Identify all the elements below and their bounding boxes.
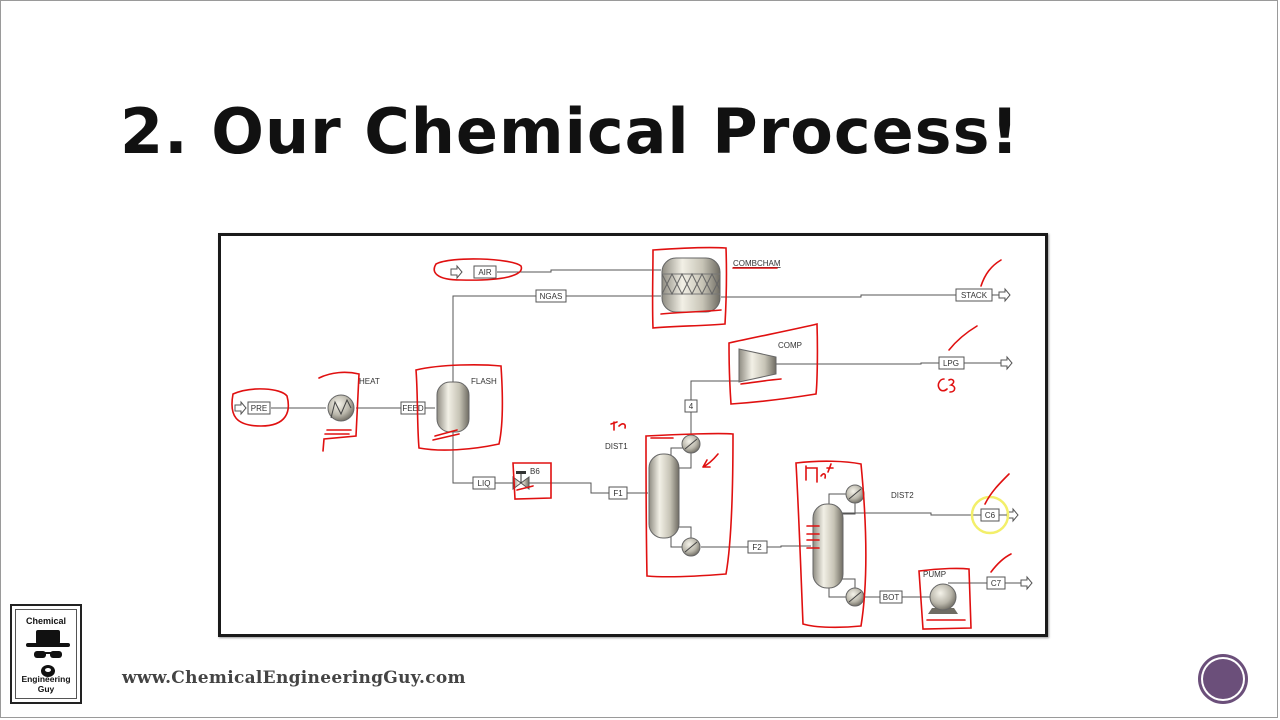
reboiler-loop-1: [670, 536, 683, 548]
dist2-label: DIST2: [891, 491, 914, 500]
distillation-column-2[interactable]: [812, 484, 865, 607]
heater[interactable]: [327, 394, 355, 422]
svg-text:F2: F2: [752, 543, 762, 552]
ink-note-1st: [805, 463, 834, 483]
stream-line-lpg: [776, 362, 939, 365]
stream-tag-pre[interactable]: PRE: [247, 401, 271, 415]
stream-tag-stack[interactable]: STACK: [955, 288, 993, 302]
feed-arrow-icon: [234, 400, 247, 416]
svg-text:4: 4: [689, 402, 694, 411]
stream-line-b6-out: [529, 482, 609, 494]
svg-text:STACK: STACK: [961, 291, 988, 300]
stream-line-ngas: [452, 295, 661, 386]
svg-text:FEED: FEED: [402, 404, 424, 413]
stream-tag-c6[interactable]: C6: [980, 508, 1000, 522]
combustion-chamber[interactable]: [661, 257, 721, 313]
compressor[interactable]: [738, 348, 777, 383]
logo-bottom-text: Engineering Guy: [21, 674, 71, 694]
stream-tag-bot[interactable]: BOT: [879, 590, 903, 604]
pump-label: PUMP: [923, 570, 946, 579]
compressor-label: COMP: [778, 341, 802, 350]
svg-text:PRE: PRE: [251, 404, 267, 413]
logo-border: Chemical Engineering Guy: [15, 609, 77, 699]
svg-text:BOT: BOT: [883, 593, 900, 602]
svg-text:AIR: AIR: [478, 268, 492, 277]
ink-arrow-dist1: [702, 453, 719, 468]
flash-drum[interactable]: [436, 381, 470, 433]
website-link[interactable]: www.ChemicalEngineeringGuy.com: [122, 668, 466, 688]
stream-tag-ngas[interactable]: NGAS: [535, 289, 567, 303]
stream-tag-air[interactable]: AIR: [473, 265, 497, 279]
feed-arrow-icon: [450, 264, 463, 280]
stream-tag-liq[interactable]: LIQ: [472, 476, 496, 490]
logo-top-text: Chemical: [25, 616, 67, 626]
stream-tags: AIR NGAS STACK LPG PRE FEED LIQ 4 F1 F2 …: [247, 265, 1006, 604]
svg-text:LPG: LPG: [943, 359, 959, 368]
svg-text:C6: C6: [985, 511, 996, 520]
distillation-column-1[interactable]: [648, 434, 701, 557]
stream-tag-feed[interactable]: FEED: [400, 401, 426, 415]
stream-line-f2: [767, 545, 811, 548]
stream-line-s4-upper: [690, 366, 740, 400]
svg-text:LIQ: LIQ: [478, 479, 491, 488]
pfd-canvas: COMBCHAM COMP HEAT FLASH B6 DIST1 DIST2: [231, 246, 1033, 630]
reboiler-return-2: [841, 578, 856, 588]
slide-title: 2. Our Chemical Process!: [120, 95, 1020, 168]
stream-line-liq: [452, 432, 473, 484]
stream-tag-c7[interactable]: C7: [986, 576, 1006, 590]
stream-tag-lpg[interactable]: LPG: [938, 356, 965, 370]
combchamber-label: COMBCHAM: [733, 259, 781, 268]
ink-note-c3: [937, 378, 956, 393]
stream-line-c6: [841, 512, 981, 516]
svg-text:C7: C7: [991, 579, 1002, 588]
channel-logo: Chemical Engineering Guy: [10, 604, 82, 704]
ink-check-c7: [990, 553, 1012, 573]
product-arrow-icon: [1020, 575, 1033, 591]
flash-label: FLASH: [471, 377, 497, 386]
process-flow-diagram: COMBCHAM COMP HEAT FLASH B6 DIST1 DIST2: [218, 233, 1048, 637]
ink-note-rt: [610, 421, 626, 431]
pump[interactable]: [928, 583, 958, 614]
stream-tag-f1[interactable]: F1: [608, 486, 628, 500]
heater-label: HEAT: [359, 377, 380, 386]
valve-label: B6: [530, 467, 540, 476]
ink-annotations: [231, 246, 1012, 630]
svg-text:NGAS: NGAS: [540, 292, 563, 301]
reboiler-return-1: [679, 526, 692, 538]
svg-text:F1: F1: [613, 489, 623, 498]
ink-underline-heat: [324, 429, 352, 435]
condenser-loop-2: [828, 493, 847, 504]
valve[interactable]: [512, 471, 530, 490]
product-arrow-icon: [1000, 355, 1013, 371]
ink-check-stack: [980, 259, 1002, 287]
stream-tag-4[interactable]: 4: [684, 399, 698, 413]
port-arrows: [234, 264, 1033, 591]
stream-line-stack: [721, 294, 956, 298]
circle-nav-icon[interactable]: [1201, 657, 1245, 701]
stream-tag-f2[interactable]: F2: [747, 540, 768, 554]
reboiler-loop-2: [828, 588, 846, 598]
product-arrow-icon: [998, 287, 1011, 303]
ink-check-lpg: [948, 325, 978, 351]
dist1-label: DIST1: [605, 442, 628, 451]
